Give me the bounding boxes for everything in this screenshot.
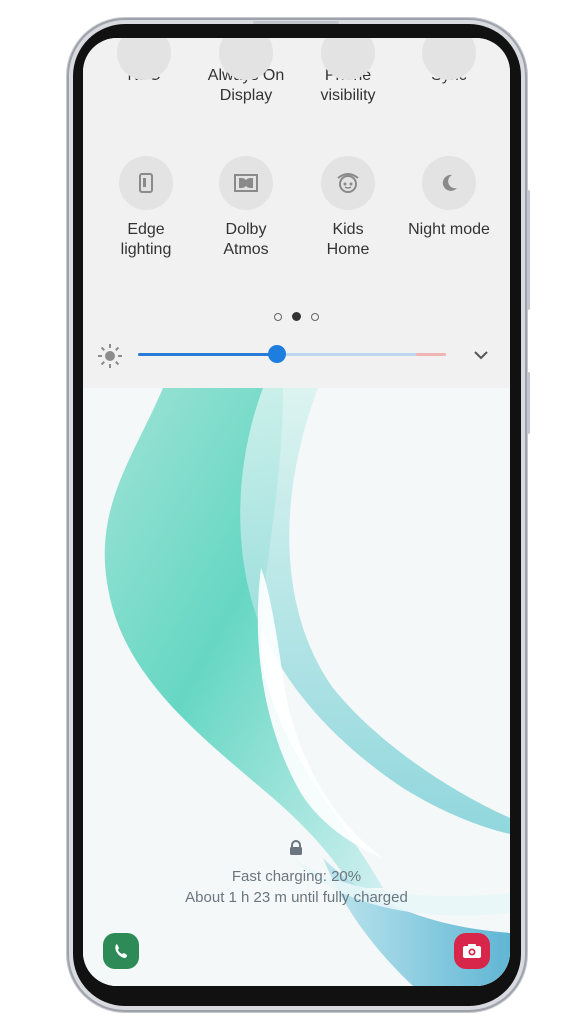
tile-label: Dolby Atmos: [223, 221, 269, 258]
tile-night-mode[interactable]: Night mode: [401, 156, 497, 240]
chevron-down-icon[interactable]: [470, 344, 492, 366]
brightness-slider[interactable]: [138, 353, 446, 356]
camera-shortcut[interactable]: [454, 933, 490, 969]
phone-screen: NFC Always On Display Phone visibility S…: [83, 38, 510, 986]
quick-panel: NFC Always On Display Phone visibility S…: [83, 38, 510, 388]
volume-button: [527, 190, 530, 310]
page-indicator: [83, 308, 510, 326]
tile-phone-visibility[interactable]: Phone visibility: [300, 38, 396, 106]
night-mode-icon: [422, 156, 476, 210]
power-button: [527, 372, 530, 434]
phone-icon: [115, 944, 127, 958]
brightness-control: [83, 338, 510, 374]
edge-lighting-icon: [119, 156, 173, 210]
brightness-high-zone: [416, 353, 446, 356]
lock-icon: [290, 840, 302, 855]
camera-icon: [463, 944, 481, 958]
page-dot[interactable]: [274, 312, 282, 321]
sun-icon: [98, 344, 122, 368]
page-dot-active[interactable]: [292, 312, 301, 322]
tile-sync[interactable]: Sync: [401, 38, 497, 86]
charging-status: Fast charging: 20%: [231, 868, 362, 885]
phone-shortcut[interactable]: [103, 933, 139, 969]
page-dot[interactable]: [311, 312, 319, 321]
tile-dolby-atmos[interactable]: Dolby Atmos: [198, 156, 294, 260]
tile-label: Edge lighting: [120, 221, 172, 258]
tile-label: Kids Home: [326, 221, 370, 258]
top-speaker: [253, 21, 339, 24]
brightness-thumb[interactable]: [267, 345, 286, 363]
kids-home-icon: [321, 156, 375, 210]
tile-nfc[interactable]: NFC: [96, 38, 192, 86]
tile-always-on-display[interactable]: Always On Display: [198, 38, 294, 106]
charging-time-remaining: About 1 h 23 m until fully charged: [185, 889, 408, 906]
tile-kids-home[interactable]: Kids Home: [300, 156, 396, 260]
dolby-atmos-icon: [219, 156, 273, 210]
brightness-fill: [138, 353, 277, 356]
tile-edge-lighting[interactable]: Edge lighting: [98, 156, 194, 260]
tile-label: Night mode: [408, 221, 490, 238]
lock-screen: Fast charging: 20% About 1 h 23 m until …: [83, 388, 510, 986]
